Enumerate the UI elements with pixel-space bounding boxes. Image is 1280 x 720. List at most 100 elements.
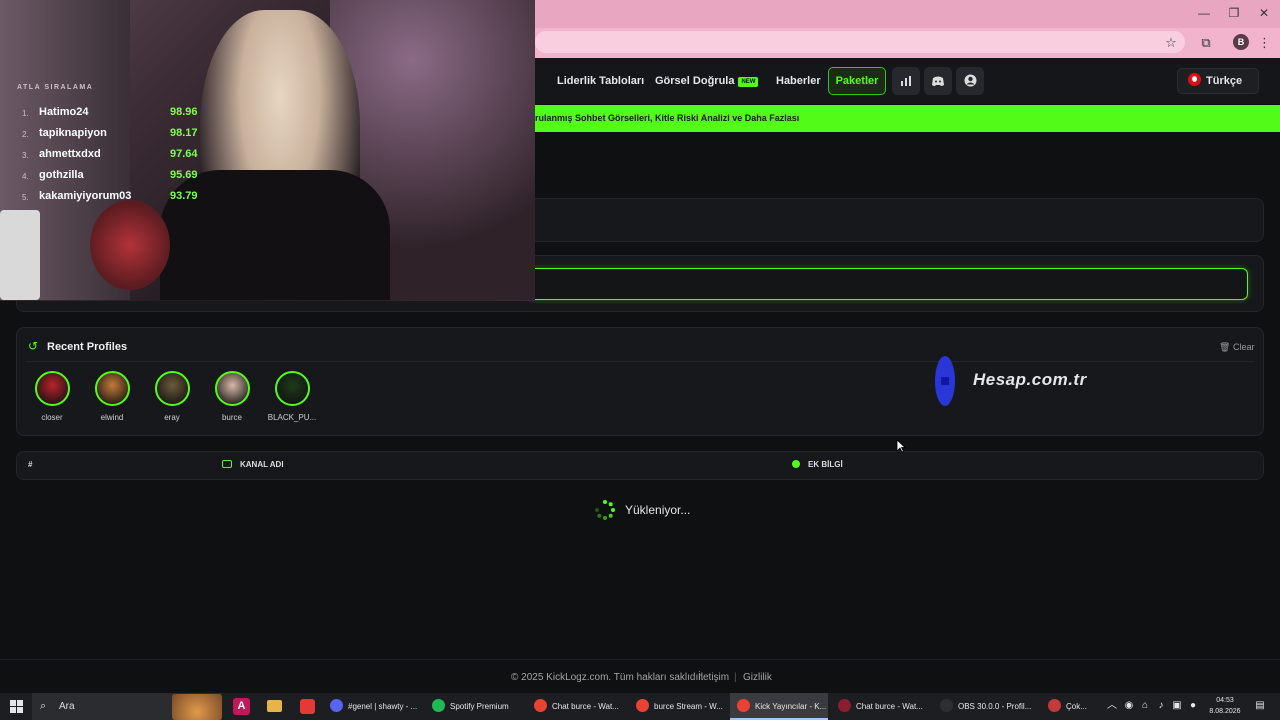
rank-score: 95.69	[170, 169, 198, 181]
browser-menu-icon[interactable]: ⋮	[1258, 35, 1271, 51]
chrome-icon	[534, 699, 547, 712]
avatar[interactable]	[155, 371, 190, 406]
divider	[26, 361, 1254, 362]
app-icon	[1048, 699, 1061, 712]
history-icon: ↺	[28, 339, 39, 353]
table-header	[16, 451, 1264, 480]
advertisement-logo[interactable]: Hesap.com.tr	[973, 370, 1087, 390]
search-highlight-image	[172, 694, 222, 720]
address-bar[interactable]	[535, 31, 1185, 53]
taskbar-item-label: Chat burce - Wat...	[552, 702, 619, 711]
clock-time[interactable]: 04:53	[1210, 697, 1240, 704]
nav-news[interactable]: Haberler	[776, 75, 821, 87]
taskbar-item[interactable]: burce Stream - W...	[636, 693, 728, 720]
room-object	[0, 210, 40, 300]
search-icon: ⌕	[40, 700, 47, 712]
taskbar-item-label: OBS 30.0.0 - Profil...	[958, 702, 1032, 711]
trash-icon: 🗑	[1219, 342, 1231, 352]
footer-copyright: © 2025 KickLogz.com. Tüm hakları saklıdı…	[511, 672, 704, 683]
close-window-button[interactable]: ✕	[1257, 6, 1271, 20]
chrome-icon	[636, 699, 649, 712]
bookmark-star-icon[interactable]: ☆	[1163, 35, 1179, 51]
profile-name[interactable]: BLACK_PU...	[262, 413, 322, 422]
app-icon[interactable]	[300, 699, 315, 714]
rank-username: gothzilla	[39, 169, 84, 181]
status-dot-icon	[792, 460, 800, 468]
clear-label: Clear	[1232, 342, 1255, 352]
rank-number: 2.	[22, 130, 29, 139]
microphone-icon[interactable]: ●	[1187, 700, 1199, 712]
rank-username: kakamiyiyorum03	[39, 190, 132, 202]
rank-number: 1.	[22, 109, 29, 118]
footer-separator: |	[734, 672, 737, 683]
opera-icon	[838, 699, 851, 712]
browser-profile-avatar[interactable]: B	[1233, 34, 1249, 50]
nav-visual-verify[interactable]: Görsel Doğrula NEW	[655, 75, 759, 87]
packages-button[interactable]: Paketler	[828, 67, 886, 95]
profile-name[interactable]: elwind	[82, 413, 142, 422]
rank-score: 98.96	[170, 106, 198, 118]
app-icon[interactable]: A	[233, 698, 250, 715]
taskbar-item[interactable]: Spotify Premium	[432, 693, 524, 720]
taskbar-item-label: Spotify Premium	[450, 702, 509, 711]
taskbar-item-label: Kick Yayıncılar - K...	[755, 702, 827, 711]
discord-icon[interactable]	[924, 67, 952, 95]
avatar[interactable]	[35, 371, 70, 406]
turkey-flag-icon	[1188, 73, 1201, 86]
loading-text: Yükleniyor...	[625, 503, 691, 517]
network-icon[interactable]: ⌂	[1139, 700, 1151, 712]
notifications-icon[interactable]: ▤	[1254, 700, 1266, 712]
clear-button[interactable]: 🗑 Clear	[1219, 342, 1254, 353]
taskbar-item[interactable]: Çok...	[1048, 693, 1098, 720]
profile-name[interactable]: burce	[202, 413, 262, 422]
rank-score: 98.17	[170, 127, 198, 139]
language-label: Türkçe	[1206, 75, 1243, 87]
profile-name[interactable]: closer	[22, 413, 82, 422]
maximize-button[interactable]: ❐	[1227, 6, 1241, 20]
obs-icon	[940, 699, 953, 712]
volume-icon[interactable]: ♪	[1155, 700, 1167, 712]
extensions-icon[interactable]: ⧉	[1198, 35, 1214, 51]
taskbar-item[interactable]: OBS 30.0.0 - Profil...	[940, 693, 1032, 720]
avatar[interactable]	[275, 371, 310, 406]
taskbar-item[interactable]: #genel | shawty - ...	[330, 693, 422, 720]
chrome-icon	[737, 699, 750, 712]
gamepad-icon[interactable]: ◉	[1123, 700, 1135, 712]
rank-username: Hatimo24	[39, 106, 89, 118]
rank-number: 4.	[22, 172, 29, 181]
taskbar-item-label: #genel | shawty - ...	[348, 702, 418, 711]
avatar[interactable]	[215, 371, 250, 406]
taskbar-item[interactable]: Chat burce - Wat...	[534, 693, 626, 720]
user-account-icon[interactable]	[956, 67, 984, 95]
rank-score: 97.64	[170, 148, 198, 160]
chevron-up-icon[interactable]: ︿	[1106, 700, 1118, 712]
column-extra-info: EK BİLGİ	[808, 460, 843, 469]
search-input[interactable]	[528, 268, 1248, 300]
footer-privacy-link[interactable]: Gizlilik	[743, 672, 772, 683]
taskbar-item-label: Chat burce - Wat...	[856, 702, 923, 711]
hesap-logo-icon	[935, 356, 955, 406]
search-placeholder: Ara	[59, 701, 75, 712]
avatar[interactable]	[95, 371, 130, 406]
discord-icon	[330, 699, 343, 712]
nav-leaderboard[interactable]: Liderlik Tabloları	[557, 75, 644, 87]
plush-toy	[90, 200, 170, 290]
clock-date[interactable]: 8.08.2026	[1205, 708, 1245, 715]
windows-start-icon[interactable]	[10, 700, 23, 713]
language-select[interactable]: Türkçe ⌄	[1177, 68, 1259, 110]
device-icon[interactable]: ▣	[1171, 700, 1183, 712]
footer-divider	[0, 659, 1280, 660]
ranking-title: ATLA SIRALAMA	[17, 84, 94, 91]
stats-chart-icon[interactable]	[892, 67, 920, 95]
taskbar-item-active[interactable]: Kick Yayıncılar - K...	[730, 693, 828, 720]
column-hash: #	[28, 460, 33, 469]
file-explorer-icon[interactable]	[267, 700, 282, 712]
footer-contact-link[interactable]: İletişim	[698, 672, 729, 683]
taskbar-item[interactable]: Chat burce - Wat...	[838, 693, 930, 720]
minimize-button[interactable]: —	[1197, 6, 1211, 20]
profile-name[interactable]: eray	[142, 413, 202, 422]
rank-number: 5.	[22, 193, 29, 202]
taskbar-item-label: Çok...	[1066, 702, 1087, 711]
nav-visual-verify-label: Görsel Doğrula	[655, 75, 735, 87]
rank-username: ahmettxdxd	[39, 148, 101, 160]
